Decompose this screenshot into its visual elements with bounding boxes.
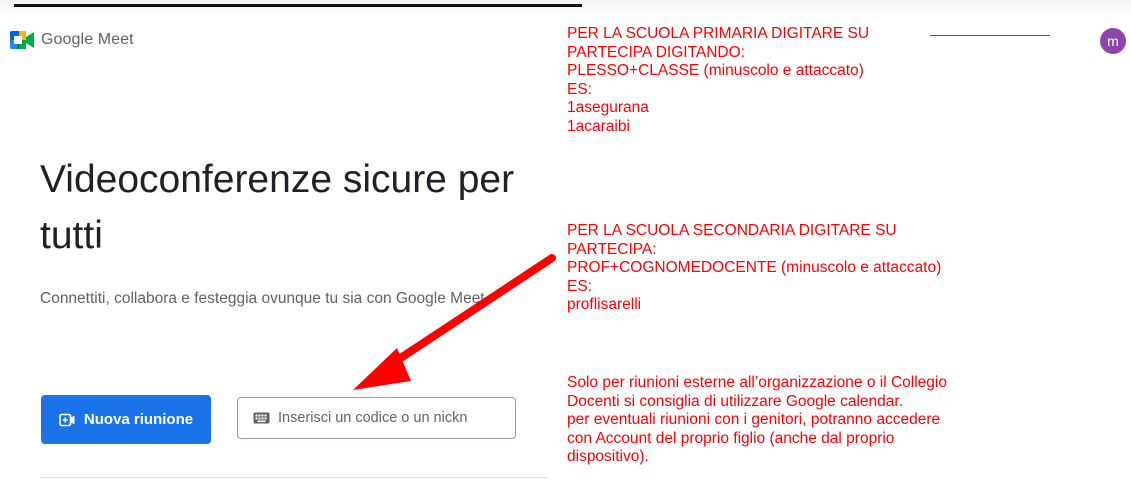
keyboard-icon bbox=[253, 412, 270, 424]
note-primaria: PER LA SCUOLA PRIMARIA DIGITARE SU PARTE… bbox=[567, 25, 869, 136]
brand[interactable]: Google Meet bbox=[10, 27, 134, 53]
note-outside: Solo per riunioni esterne all’organizzaz… bbox=[567, 374, 947, 467]
note-line: 1asegurana bbox=[567, 99, 649, 116]
note-line: PLESSO+CLASSE (minuscolo e attaccato) bbox=[567, 62, 864, 79]
note-line: ES: bbox=[567, 277, 592, 295]
video-plus-icon bbox=[59, 413, 75, 426]
google-meet-logo-icon bbox=[10, 31, 34, 49]
note-line: per eventuali riunioni con i genitori, p… bbox=[567, 411, 941, 428]
meeting-code-field[interactable] bbox=[237, 397, 516, 439]
note-secondaria: PER LA SCUOLA SECONDARIA DIGITARE SU PAR… bbox=[567, 222, 941, 315]
page-title: Videoconferenze sicure per tutti bbox=[40, 158, 515, 257]
note-line: con Account del proprio figlio (anche da… bbox=[567, 429, 895, 447]
note-line: PROF+COGNOMEDOCENTE (minuscolo e attacca… bbox=[567, 259, 942, 276]
note-line: PER LA SCUOLA PRIMARIA DIGITARE SU bbox=[567, 25, 870, 42]
new-meeting-label: Nuova riunione bbox=[83, 411, 194, 428]
meeting-code-input[interactable] bbox=[278, 410, 513, 426]
note-line: Docenti si consiglia di utilizzare Googl… bbox=[567, 392, 904, 410]
brand-name: Google Meet bbox=[41, 31, 134, 48]
red-arrow-icon bbox=[353, 348, 411, 390]
avatar[interactable]: m bbox=[1100, 28, 1126, 54]
note-line: PARTECIPA DIGITANDO: bbox=[567, 43, 745, 61]
note-line: Solo per riunioni esterne all’organizzaz… bbox=[567, 374, 947, 391]
header-stroke bbox=[930, 35, 1050, 36]
note-line: ES: bbox=[567, 80, 592, 98]
page-subtitle: Connettiti, collabora e festeggia ovunqu… bbox=[40, 290, 485, 307]
meet-landing-screenshot: Google Meet m Videoconferenze sicure per… bbox=[0, 0, 1131, 500]
red-arrow-shaft bbox=[383, 254, 556, 371]
header-background bbox=[0, 0, 1131, 18]
note-line: dispositivo). bbox=[567, 448, 649, 465]
note-line: PARTECIPA: bbox=[567, 240, 657, 258]
top-rule bbox=[14, 4, 582, 7]
note-line: proflisarelli bbox=[567, 296, 642, 313]
divider bbox=[40, 477, 548, 478]
note-line: PER LA SCUOLA SECONDARIA DIGITARE SU bbox=[567, 222, 897, 239]
new-meeting-button[interactable]: Nuova riunione bbox=[41, 395, 211, 444]
note-line: 1acaraibi bbox=[567, 117, 630, 135]
